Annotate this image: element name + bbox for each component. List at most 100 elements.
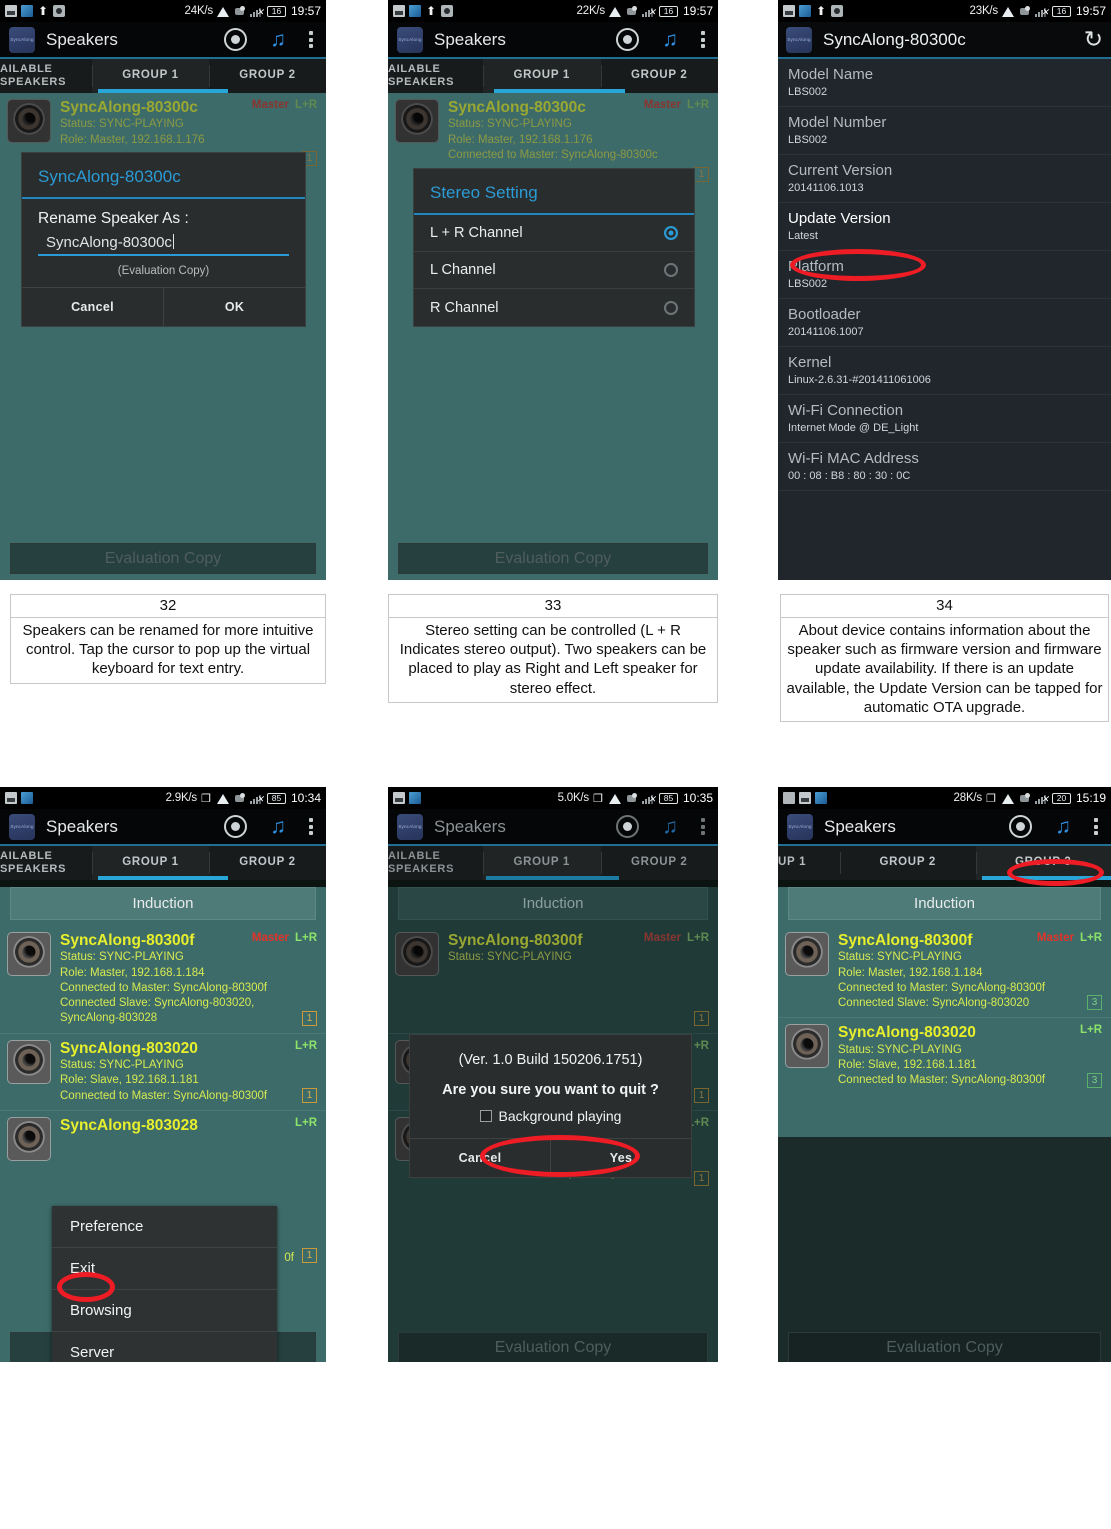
tab-group-2[interactable]: GROUP 2 (600, 59, 719, 93)
tab-group-1[interactable]: GROUP 1 (92, 846, 209, 880)
status-right-icons: 23K/s ✕ 16 19:57 (970, 4, 1106, 18)
overflow-menu-icon[interactable] (1094, 815, 1099, 837)
app-logo-icon: SyncAlong (786, 26, 812, 53)
speaker-icon[interactable] (224, 815, 248, 838)
speaker-row[interactable]: SyncAlong-80300f Status: SYNC-PLAYING Ro… (778, 926, 1111, 1019)
network-rate: 22K/s (576, 5, 606, 17)
about-value: Internet Mode @ DE_Light (788, 422, 919, 434)
speaker-row[interactable]: SyncAlong-803020 Status: SYNC-PLAYING Ro… (0, 1034, 326, 1111)
gallery-icon (799, 792, 811, 804)
tab-group-2[interactable]: GROUP 2 (600, 846, 719, 880)
refresh-icon[interactable]: ↻ (1084, 28, 1103, 51)
app-logo-icon: SyncAlong (9, 26, 35, 53)
dialog-buttons: Cancel OK (22, 287, 305, 326)
rename-input[interactable]: SyncAlong-80300c (38, 234, 289, 256)
induction-button[interactable]: Induction (10, 887, 316, 920)
speaker-driver-icon (395, 99, 439, 143)
tab-available-speakers[interactable]: AILABLE SPEAKERS (0, 846, 92, 880)
cancel-button[interactable]: Cancel (22, 288, 163, 326)
about-row-model-number[interactable]: Model Number LBS002 (778, 107, 1111, 155)
checkbox-icon[interactable] (479, 1110, 492, 1122)
option-label: R Channel (430, 299, 499, 316)
stereo-option-lr[interactable]: L + R Channel (414, 215, 694, 252)
about-row-model-name[interactable]: Model Name LBS002 (778, 59, 1111, 107)
about-row-current-version[interactable]: Current Version 20141106.1013 (778, 155, 1111, 203)
speaker-icon[interactable] (616, 815, 640, 838)
stereo-option-l[interactable]: L Channel (414, 252, 694, 289)
yes-button[interactable]: Yes (550, 1139, 691, 1177)
music-note-icon[interactable]: ♫ (270, 816, 286, 837)
upload-arrow-icon: ⬆ (425, 4, 437, 18)
speaker-row[interactable]: SyncAlong-80300c Status: SYNC-PLAYING Ro… (0, 93, 326, 166)
menu-item-browsing[interactable]: Browsing (52, 1290, 277, 1332)
induction-button[interactable]: Induction (398, 887, 708, 920)
about-row-bootloader[interactable]: Bootloader 20141106.1007 (778, 299, 1111, 347)
cancel-button[interactable]: Cancel (410, 1139, 550, 1177)
radio-button-icon[interactable] (664, 263, 678, 277)
clock: 19:57 (682, 4, 713, 18)
about-key: Current Version (788, 162, 893, 179)
speaker-tags: Master L+R (644, 99, 709, 111)
speaker-tags: Master L+R (252, 932, 317, 944)
about-key: Update Version (788, 210, 891, 227)
menu-item-exit[interactable]: Exit (52, 1248, 277, 1290)
tab-available-speakers[interactable]: AILABLE SPEAKERS (0, 59, 92, 93)
about-row-platform[interactable]: Platform LBS002 (778, 251, 1111, 299)
tab-group-2[interactable]: GROUP 2 (209, 59, 326, 93)
speaker-status: Status: SYNC-PLAYING (60, 118, 184, 131)
tab-group-1[interactable]: GROUP 1 (92, 59, 209, 93)
about-row-update-version[interactable]: Update Version Latest (778, 203, 1111, 251)
about-row-wifi-mac[interactable]: Wi-Fi MAC Address 00 : 08 : B8 : 80 : 30… (778, 443, 1111, 491)
about-key: Wi-Fi MAC Address (788, 450, 919, 467)
stereo-option-r[interactable]: R Channel (414, 289, 694, 326)
evaluation-note: (Evaluation Copy) (117, 265, 210, 277)
about-value: 20141106.1013 (788, 182, 864, 194)
overflow-menu-icon[interactable] (701, 28, 706, 50)
wifi-icon (608, 793, 622, 804)
about-row-wifi-connection[interactable]: Wi-Fi Connection Internet Mode @ DE_Ligh… (778, 395, 1111, 443)
overflow-menu-icon[interactable] (309, 815, 314, 837)
speaker-row[interactable]: SyncAlong-803028 L+R (0, 1111, 326, 1167)
app-logo-icon: SyncAlong (9, 813, 35, 840)
speaker-row[interactable]: SyncAlong-80300c Status: SYNC-PLAYING Ro… (388, 93, 718, 182)
group-badge: 1 (694, 1087, 709, 1103)
speaker-icon[interactable] (224, 28, 248, 51)
menu-item-preference[interactable]: Preference (52, 1206, 277, 1248)
music-note-icon[interactable]: ♫ (1055, 816, 1071, 837)
overflow-menu-icon[interactable] (309, 28, 314, 50)
background-playing-row[interactable]: Background playing (420, 1101, 681, 1128)
tab-available-speakers[interactable]: AILABLE SPEAKERS (388, 59, 483, 93)
radio-button-icon[interactable] (664, 226, 678, 240)
induction-button[interactable]: Induction (788, 887, 1101, 920)
tab-group-2[interactable]: GROUP 2 (209, 846, 326, 880)
speaker-row[interactable]: SyncAlong-80300f Status: SYNC-PLAYING Ma… (388, 926, 718, 1034)
image-icon (21, 792, 33, 804)
tab-group-2[interactable]: GROUP 2 (840, 846, 976, 880)
speaker-icon[interactable] (616, 28, 640, 51)
radio-button-icon[interactable] (664, 300, 678, 315)
speaker-row[interactable]: SyncAlong-803020 Status: SYNC-PLAYING Ro… (778, 1018, 1111, 1094)
menu-item-server[interactable]: Server (52, 1332, 277, 1362)
tab-group-1[interactable]: UP 1 (778, 846, 840, 880)
speaker-list: SyncAlong-80300c Status: SYNC-PLAYING Ro… (388, 93, 718, 580)
music-note-icon[interactable]: ♫ (662, 816, 678, 837)
wifi-icon (1001, 6, 1015, 17)
tab-group-3[interactable]: GROUP 3 (975, 846, 1111, 880)
overflow-menu-icon[interactable] (701, 815, 706, 837)
speaker-icon[interactable] (1009, 815, 1033, 838)
speaker-tags: Master L+R (252, 99, 317, 111)
tab-group-1[interactable]: GROUP 1 (483, 846, 601, 880)
clock: 19:57 (290, 4, 321, 18)
ok-button[interactable]: OK (163, 288, 305, 326)
music-note-icon[interactable]: ♫ (662, 29, 678, 50)
tab-available-speakers[interactable]: AILABLE SPEAKERS (388, 846, 483, 880)
status-left-icons: ⬆ (783, 5, 843, 17)
group-badge: 1 (302, 1248, 317, 1263)
channel-badge: L+R (294, 1116, 317, 1129)
about-row-kernel[interactable]: Kernel Linux-2.6.31-#201411061006 (778, 347, 1111, 395)
tab-group-1[interactable]: GROUP 1 (483, 59, 601, 93)
speaker-row[interactable]: SyncAlong-80300f Status: SYNC-PLAYING Ro… (0, 926, 326, 1034)
music-note-icon[interactable]: ♫ (270, 29, 286, 50)
stereo-setting-dialog: Stereo Setting L + R Channel L Channel R… (414, 169, 694, 326)
evaluation-watermark: Evaluation Copy (398, 1332, 708, 1362)
